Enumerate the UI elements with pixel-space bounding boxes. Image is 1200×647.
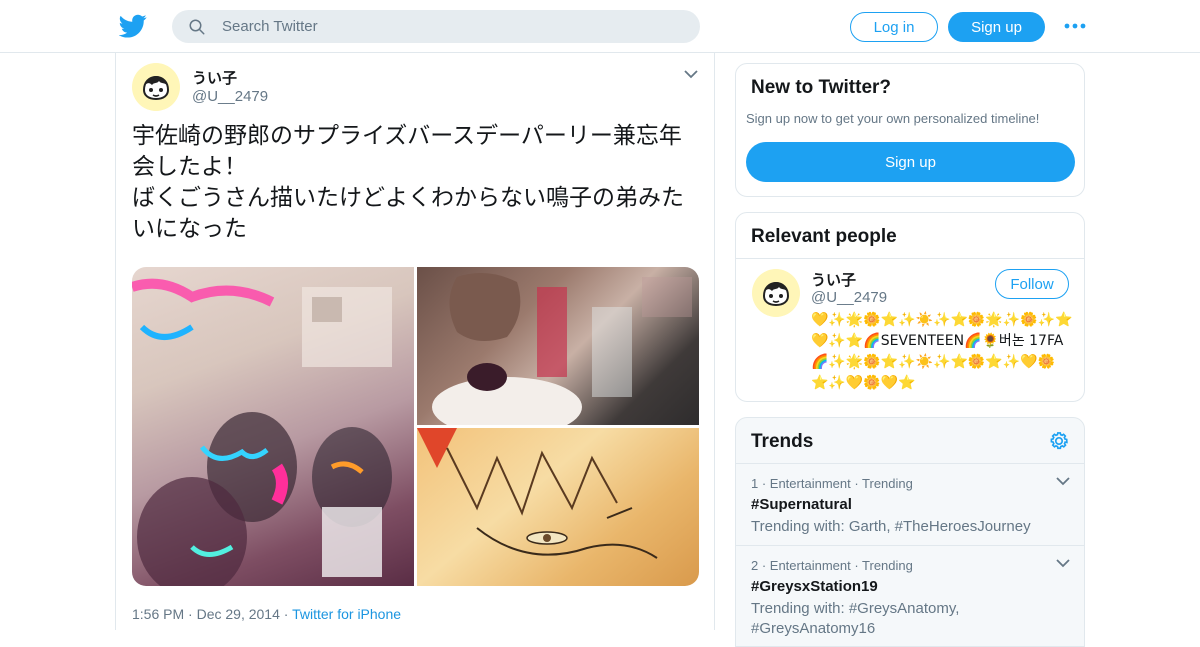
divider — [736, 463, 1084, 464]
search-icon — [189, 19, 205, 35]
person-handle[interactable]: @U__2479 — [811, 289, 887, 306]
twitter-bird-icon[interactable] — [119, 12, 147, 40]
avatar-drawing-icon — [752, 269, 800, 317]
top-bar: Log in Sign up — [0, 0, 1200, 53]
trend-related: Trending with: Garth, #TheHeroesJourney — [751, 518, 1031, 535]
tweet-date: Dec 29, 2014 — [196, 606, 280, 622]
drawing-photo-icon — [417, 428, 658, 559]
card-title: New to Twitter? — [751, 77, 892, 98]
dessert-photo-icon — [432, 273, 692, 437]
card-title: Trends — [751, 431, 814, 452]
person-bio: 💛✨🌟🌼⭐✨☀️✨⭐🌼🌟✨🌼✨⭐💛✨⭐🌈SEVENTEEN🌈🌻버논 17FA 🌈… — [811, 312, 1073, 391]
signup-button[interactable]: Sign up — [746, 142, 1075, 182]
tweet-author-handle[interactable]: @U__2479 — [192, 88, 268, 105]
signup-button[interactable]: Sign up — [948, 12, 1045, 42]
tweet: うい子 @U__2479 宇佐崎の野郎のサプライズバースデーパーリー兼忘年会した… — [115, 53, 715, 630]
trend-item[interactable]: 2 · Entertainment · Trending #GreysxStat… — [751, 558, 1076, 639]
search-bar[interactable] — [172, 10, 700, 43]
trend-item[interactable]: 1 · Entertainment · Trending #Supernatur… — [751, 476, 1076, 537]
tweet-photo[interactable] — [417, 267, 699, 437]
card-title: Relevant people — [751, 226, 897, 247]
chevron-down-icon[interactable] — [684, 69, 698, 79]
tweet-media-grid — [132, 267, 699, 586]
divider — [736, 258, 1084, 259]
divider — [736, 545, 1084, 546]
party-photo-icon — [132, 278, 392, 586]
more-dots-icon[interactable] — [1064, 18, 1086, 34]
trend-meta: 2 · Entertainment · Trending — [751, 558, 913, 573]
chevron-down-icon[interactable] — [1056, 558, 1070, 568]
trend-related: Trending with: #GreysAnatomy, #GreysAnat… — [751, 600, 960, 637]
trend-name[interactable]: #GreysxStation19 — [751, 578, 1076, 595]
login-button[interactable]: Log in — [850, 12, 938, 42]
tweet-photo[interactable] — [132, 267, 414, 586]
avatar[interactable] — [132, 63, 180, 111]
separator-dot: · — [188, 606, 197, 622]
avatar-drawing-icon — [132, 63, 180, 111]
follow-button[interactable]: Follow — [995, 269, 1069, 299]
separator-dot: · — [283, 606, 293, 622]
tweet-text: 宇佐崎の野郎のサプライズバースデーパーリー兼忘年会したよ！ ばくごうさん描いたけ… — [132, 123, 684, 242]
tweet-metadata: 1:56 PM · Dec 29, 2014 · Twitter for iPh… — [132, 606, 401, 622]
trends-card: Trends 1 · Entertainment · Trending #Sup… — [735, 417, 1085, 647]
trend-meta: 1 · Entertainment · Trending — [751, 476, 913, 491]
person-name[interactable]: うい子 — [811, 269, 856, 290]
card-subtitle: Sign up now to get your own personalized… — [746, 111, 1040, 126]
tweet-time: 1:56 PM — [132, 606, 185, 622]
relevant-people-card: Relevant people うい子 @U__2479 Follow 💛✨🌟🌼… — [735, 212, 1085, 402]
tweet-photo[interactable] — [417, 428, 699, 586]
tweet-author-name[interactable]: うい子 — [192, 67, 237, 88]
tweet-source-link[interactable]: Twitter for iPhone — [292, 606, 401, 622]
gear-icon[interactable] — [1048, 430, 1070, 452]
chevron-down-icon[interactable] — [1056, 476, 1070, 486]
search-input[interactable] — [222, 10, 682, 43]
new-to-twitter-card: New to Twitter? Sign up now to get your … — [735, 63, 1085, 197]
avatar[interactable] — [752, 269, 800, 317]
trend-name[interactable]: #Supernatural — [751, 496, 1076, 513]
